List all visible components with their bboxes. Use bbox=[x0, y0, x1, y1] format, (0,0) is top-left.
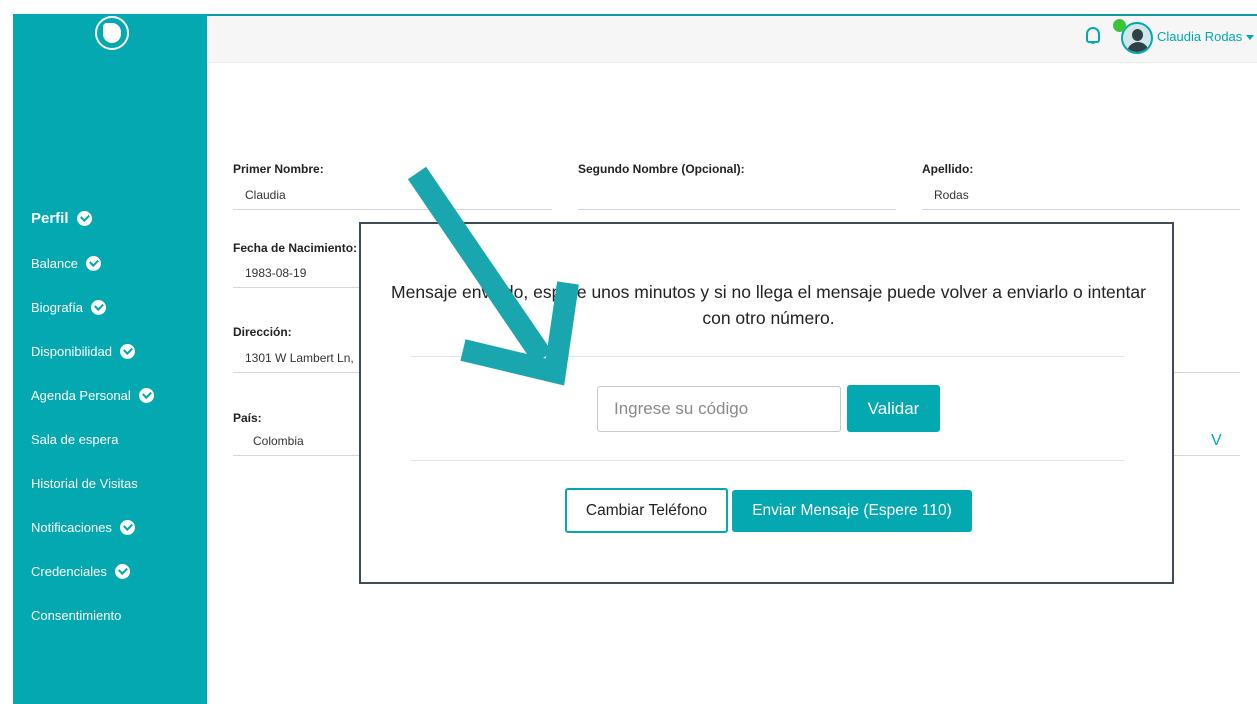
first-name-label: Primer Nombre: bbox=[233, 162, 324, 176]
sidebar-item-label: Historial de Visitas bbox=[31, 475, 138, 491]
check-circle-icon bbox=[91, 299, 107, 315]
sidebar-item-sala-de-espera[interactable]: Sala de espera bbox=[31, 417, 154, 461]
sidebar-item-consentimiento[interactable]: Consentimiento bbox=[31, 593, 154, 637]
sidebar-item-balance[interactable]: Balance bbox=[31, 241, 154, 285]
sidebar-item-notificaciones[interactable]: Notificaciones bbox=[31, 505, 154, 549]
sidebar-nav: Perfil Balance Biografía Disponibilidad … bbox=[31, 196, 154, 637]
user-menu-toggle[interactable]: Claudia Rodas bbox=[1157, 29, 1255, 44]
first-name-field[interactable]: Claudia bbox=[233, 184, 552, 210]
online-status-indicator bbox=[1113, 19, 1126, 32]
check-circle-icon bbox=[138, 387, 154, 403]
last-name-field[interactable]: Rodas bbox=[922, 184, 1240, 210]
chevron-down-icon[interactable]: V bbox=[1211, 432, 1222, 450]
sidebar-item-disponibilidad[interactable]: Disponibilidad bbox=[31, 329, 154, 373]
top-bar: Claudia Rodas bbox=[207, 14, 1257, 63]
middle-name-field[interactable] bbox=[578, 184, 896, 210]
sidebar-item-agenda-personal[interactable]: Agenda Personal bbox=[31, 373, 154, 417]
sidebar-item-label: Consentimiento bbox=[31, 607, 122, 623]
divider bbox=[411, 460, 1124, 461]
check-circle-icon bbox=[76, 211, 92, 226]
check-circle-icon bbox=[119, 343, 135, 359]
middle-name-label: Segundo Nombre (Opcional): bbox=[578, 162, 745, 176]
caret-down-icon bbox=[1246, 35, 1255, 41]
sidebar-item-label: Perfil bbox=[31, 210, 69, 227]
divider bbox=[411, 356, 1124, 357]
sidebar-item-biografia[interactable]: Biografía bbox=[31, 285, 154, 329]
sidebar-item-credenciales[interactable]: Credenciales bbox=[31, 549, 154, 593]
bell-icon[interactable] bbox=[1086, 27, 1100, 44]
sidebar-item-label: Notificaciones bbox=[31, 519, 112, 535]
verification-code-input[interactable] bbox=[597, 386, 841, 432]
sidebar-item-label: Agenda Personal bbox=[31, 387, 131, 403]
sidebar-item-label: Sala de espera bbox=[31, 431, 119, 447]
check-circle-icon bbox=[85, 255, 101, 271]
modal-message: Mensaje enviado, espere unos minutos y s… bbox=[391, 282, 1146, 328]
sidebar-item-label: Biografía bbox=[31, 299, 84, 315]
validate-button[interactable]: Validar bbox=[847, 385, 940, 432]
address-label: Dirección: bbox=[233, 325, 292, 339]
sidebar-item-label: Disponibilidad bbox=[31, 343, 112, 359]
last-name-label: Apellido: bbox=[922, 162, 974, 176]
sidebar: Perfil Balance Biografía Disponibilidad … bbox=[13, 14, 207, 704]
sidebar-item-historial-de-visitas[interactable]: Historial de Visitas bbox=[31, 461, 154, 505]
sidebar-item-label: Credenciales bbox=[31, 563, 107, 579]
sidebar-item-label: Balance bbox=[31, 255, 78, 271]
user-name: Claudia Rodas bbox=[1157, 29, 1243, 44]
check-circle-icon bbox=[114, 563, 130, 579]
birth-date-label: Fecha de Nacimiento: bbox=[233, 241, 358, 255]
app-page: Perfil Balance Biografía Disponibilidad … bbox=[0, 0, 1257, 704]
sidebar-item-perfil[interactable]: Perfil bbox=[31, 196, 154, 241]
change-phone-button[interactable]: Cambiar Teléfono bbox=[565, 488, 728, 533]
send-message-button[interactable]: Enviar Mensaje (Espere 110) bbox=[732, 490, 972, 532]
country-label: País: bbox=[233, 411, 262, 425]
check-circle-icon bbox=[119, 519, 135, 535]
verification-modal: Mensaje enviado, espere unos minutos y s… bbox=[359, 222, 1174, 584]
brand-logo-icon[interactable] bbox=[95, 16, 129, 50]
birth-date-field[interactable]: 1983-08-19 bbox=[233, 262, 363, 288]
